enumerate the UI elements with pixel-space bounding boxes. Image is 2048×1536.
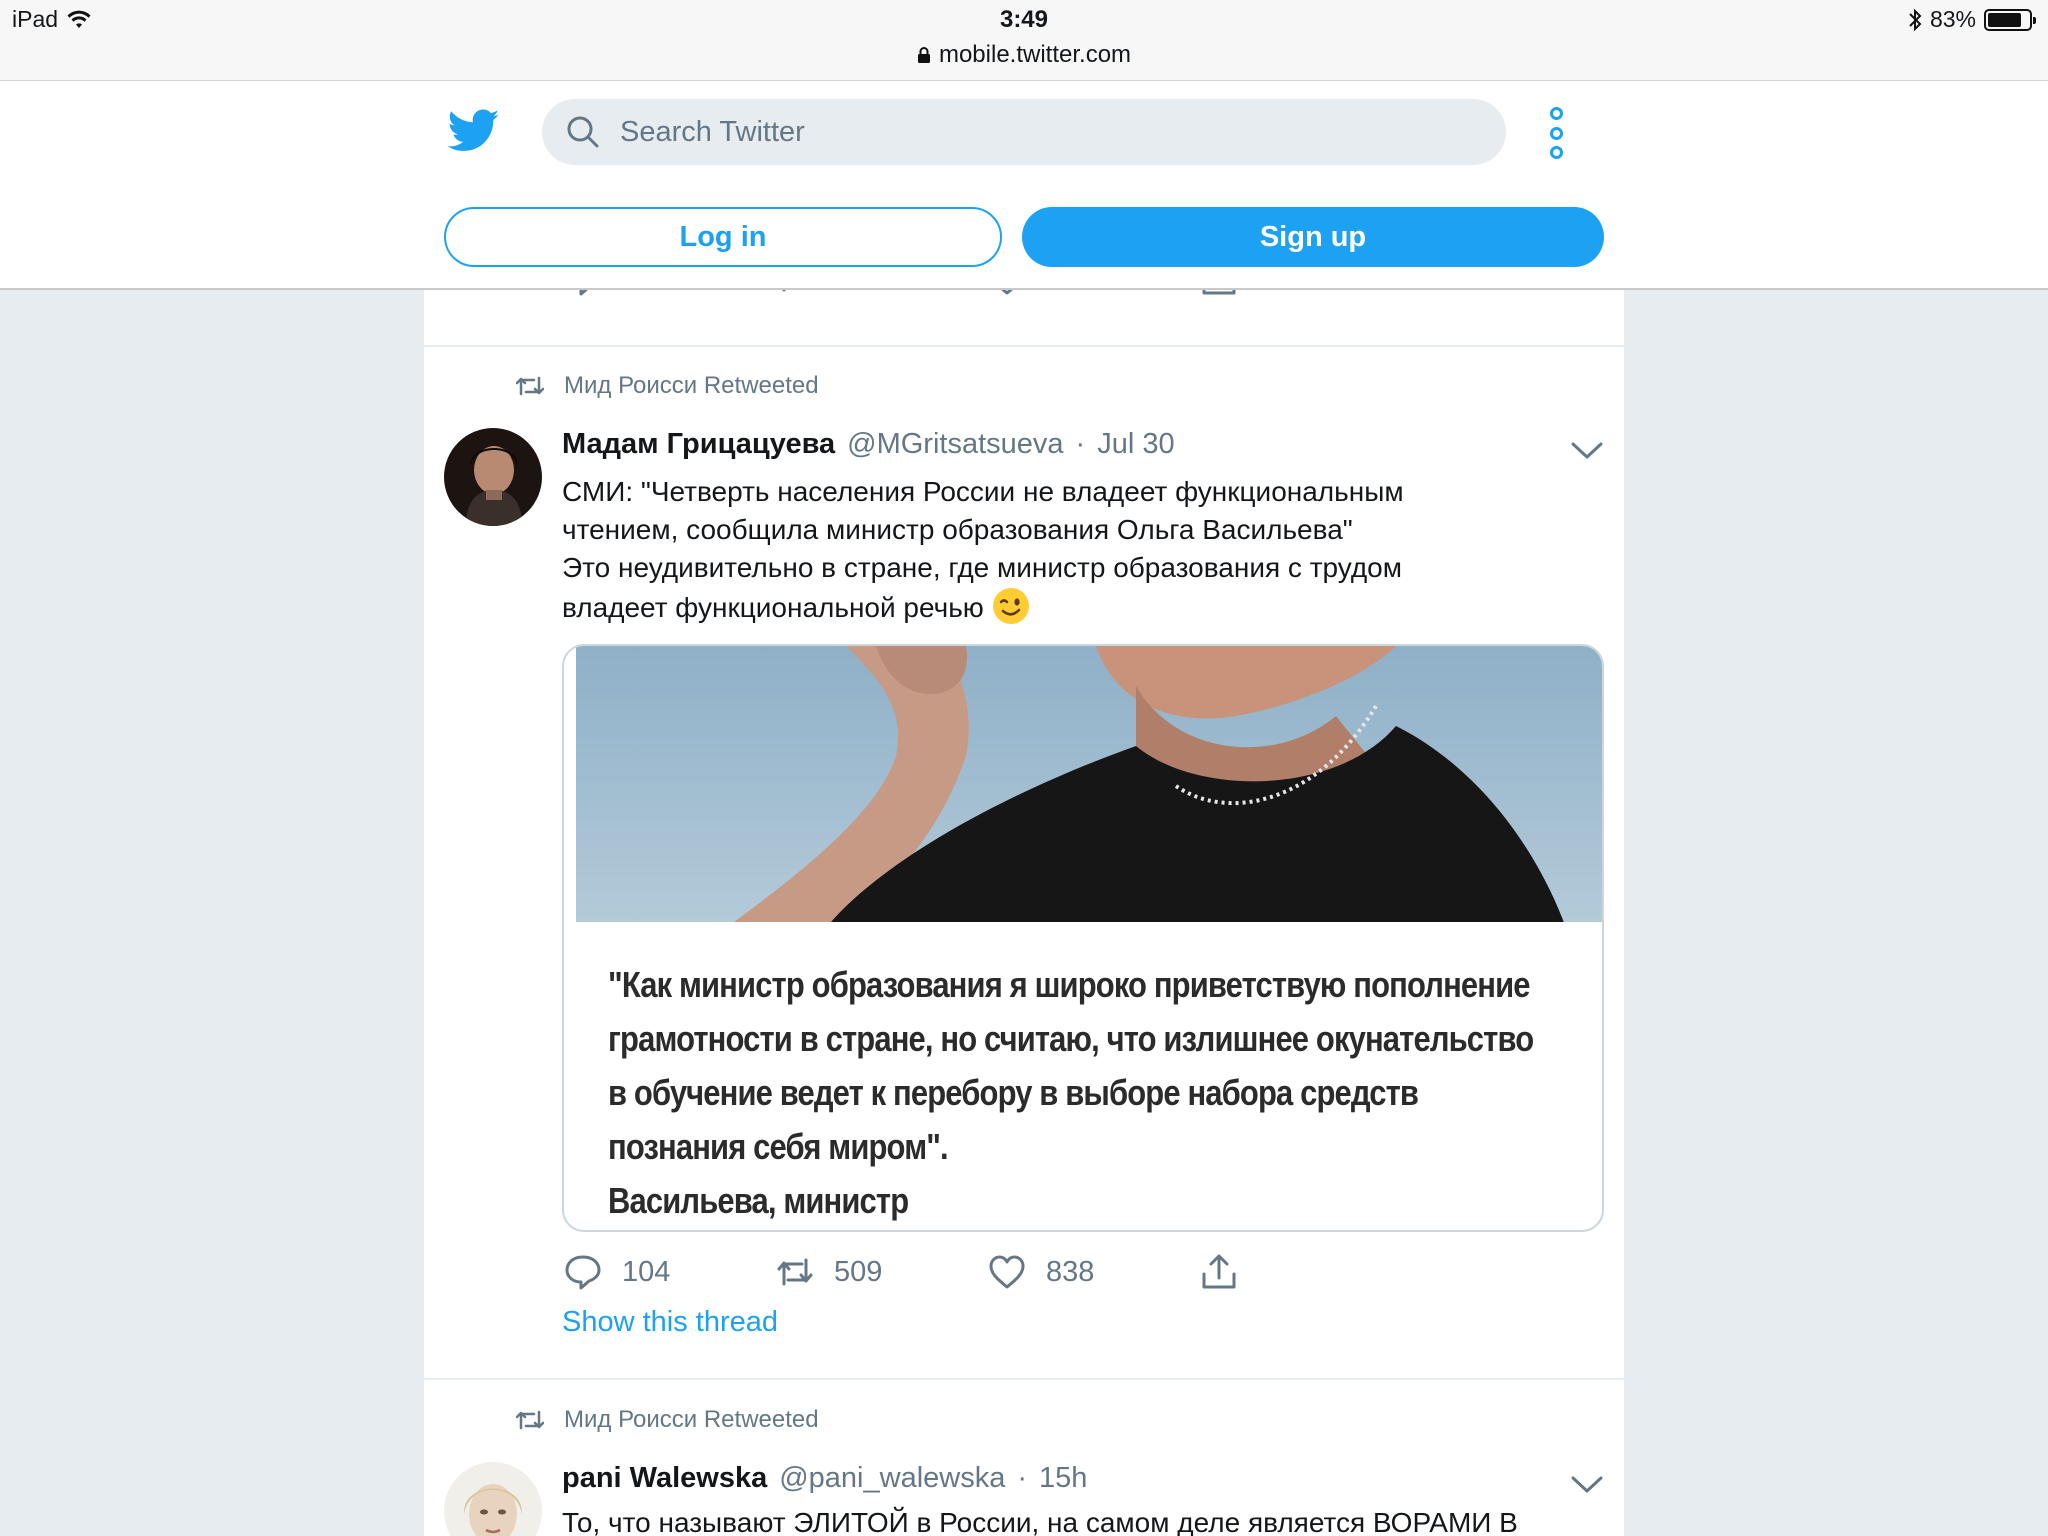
retweet-button[interactable]: 283 [776,290,988,296]
status-right: 83% [1908,6,2036,33]
caption-line: Васильева, министр [608,1180,909,1221]
like-count: 613 [1046,290,1094,295]
image-caption: "Как министр образования я широко привет… [608,958,1534,1228]
address-bar[interactable]: mobile.twitter.com [0,41,2048,69]
tweet-text: То, что называют ЭЛИТОЙ в России, на сам… [562,1504,1612,1536]
search-bar[interactable] [542,99,1506,165]
battery-icon [1984,8,2036,31]
search-icon [567,116,599,148]
share-icon [1202,1254,1236,1289]
clock: 3:49 [999,6,1049,33]
signup-button[interactable]: Sign up [1022,207,1604,267]
search-input[interactable] [620,115,1420,149]
caption-line: "Как министр образования я широко привет… [608,964,1530,1005]
share-button[interactable] [1200,290,1412,296]
tweet-text-line: чтением, сообщила министр образования Ол… [562,514,1353,545]
ios-status-bar: iPad 3:49 mobile.twitter.com 83% [0,0,2048,80]
retweet-count: 509 [834,1255,883,1288]
separator: · [1017,1462,1028,1494]
caption-line: познания себя миром". [608,1126,949,1167]
reply-icon [565,1255,601,1290]
timeline: 15 283 613 Мид Роисси Retweeted [424,290,1624,1536]
reply-button[interactable]: 15 [564,290,776,296]
chevron-down-icon[interactable] [1570,1474,1604,1496]
retweet-context: Мид Роисси Retweeted [516,1406,819,1434]
retweet-icon [516,1410,544,1430]
like-button[interactable]: 613 [988,290,1200,296]
like-count: 838 [1046,1255,1095,1288]
tweet[interactable]: Мид Роисси Retweeted Мадам Грицацуева @M… [424,346,1624,1346]
login-button[interactable]: Log in [444,207,1002,267]
battery-percent: 83% [1929,6,1976,32]
prev-tweet-actions: 15 283 613 [564,290,1412,296]
heart-icon [1001,290,1013,295]
tweet-text-line: То, что называют ЭЛИТОЙ в России, на сам… [562,1507,1518,1536]
reply-count: 104 [622,1255,671,1288]
share-button[interactable] [1200,1254,1412,1290]
retweet-icon [777,1258,813,1286]
like-button[interactable]: 838 [988,1254,1200,1290]
reply-count: 15 [622,290,654,295]
twitter-logo-icon[interactable] [448,109,500,153]
avatar[interactable] [444,1462,542,1536]
retweet-count: 283 [834,290,882,295]
caption-line: в обучение ведет к перебору в выборе наб… [608,1072,1419,1113]
tweet-header: pani Walewska @pani_walewska · 15h [562,1462,1087,1495]
photo [576,646,1602,928]
tweet[interactable]: Мид Роисси Retweeted pani Walewska @pani… [424,1380,1624,1536]
tweet-time[interactable]: 15h [1039,1462,1087,1495]
tweet-header: Мадам Грицацуева @MGritsatsueva · Jul 30 [562,428,1175,461]
share-icon [1202,290,1236,295]
twitter-header: Log in Sign up [0,80,2048,290]
caption-line: грамотности в стране, но считаю, что изл… [608,1018,1534,1059]
bluetooth-icon [1909,8,1922,31]
retweeted-by: Мид Роисси Retweeted [564,372,819,399]
reply-icon [579,290,588,296]
winking-face-emoji-icon [992,588,1029,624]
retweet-icon [516,376,544,396]
lock-icon [917,47,930,63]
author-handle[interactable]: @MGritsatsueva [847,428,1063,461]
heart-icon [989,1255,1025,1289]
author-name[interactable]: Мадам Грицацуева [562,428,835,461]
author-handle[interactable]: @pani_walewska [779,1462,1005,1495]
author-name[interactable]: pani Walewska [562,1462,767,1495]
separator: · [1075,428,1086,460]
retweet-button[interactable]: 509 [776,1254,988,1290]
tweet-image[interactable]: "Как министр образования я широко привет… [562,644,1604,1232]
tweet-text-line: СМИ: "Четверть населения России не владе… [562,476,1404,507]
show-thread-link[interactable]: Show this thread [562,1306,778,1339]
tweet-text-line: владеет функциональной речью [562,587,1572,627]
reply-button[interactable]: 104 [564,1254,776,1290]
tweet-text-line: Это неудивительно в стране, где министр … [562,552,1402,583]
more-options-icon[interactable] [1540,107,1572,159]
retweet-context: Мид Роисси Retweeted [516,372,819,400]
tweet-text: СМИ: "Четверть населения России не владе… [562,473,1572,627]
avatar[interactable] [444,428,542,526]
tweet-time[interactable]: Jul 30 [1097,428,1174,461]
chevron-down-icon[interactable] [1570,440,1604,462]
retweeted-by: Мид Роисси Retweeted [564,1406,819,1433]
url-text: mobile.twitter.com [938,41,1132,68]
tweet-actions: 104 509 838 [564,1254,1412,1290]
retweet-icon [782,290,786,292]
